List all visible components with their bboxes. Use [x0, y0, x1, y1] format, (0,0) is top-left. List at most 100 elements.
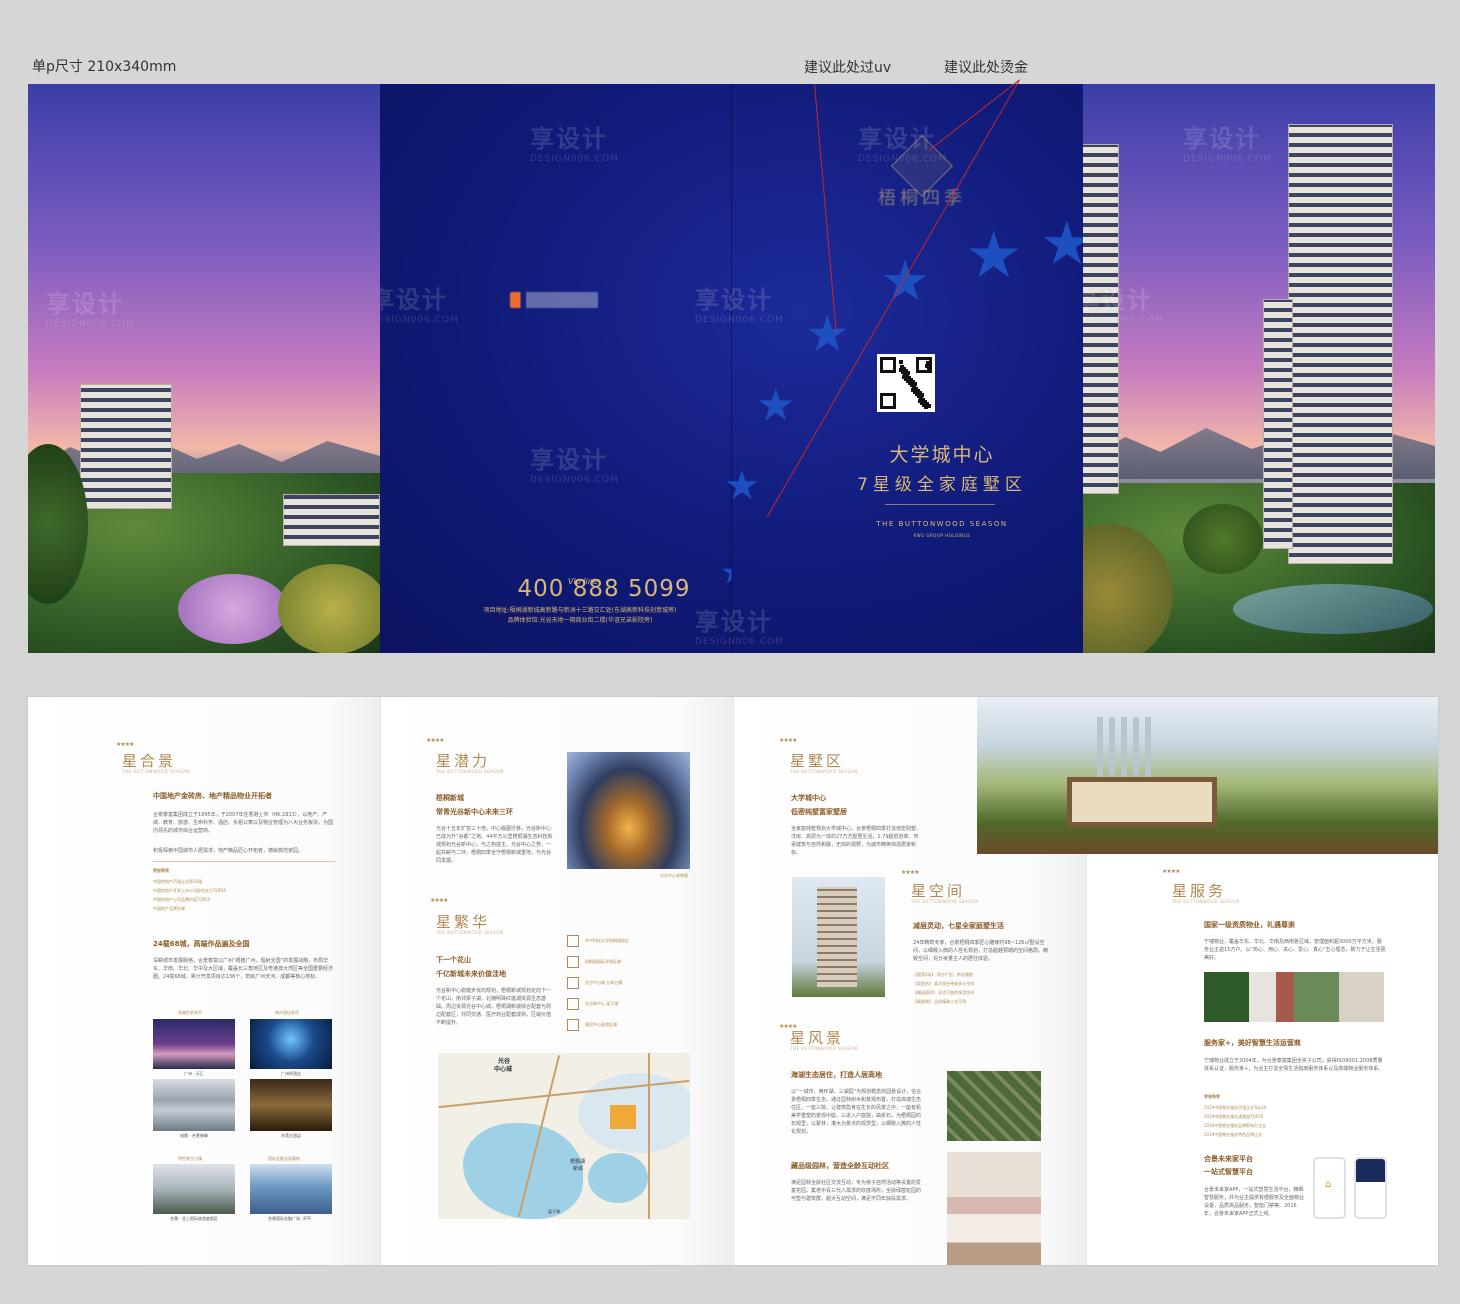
- section-subtitle: THE BUTTONWOOD SEASON: [436, 930, 504, 935]
- residential-tower: [1288, 124, 1393, 564]
- section-subtitle: THE BUTTONWOOD SEASON: [790, 1046, 858, 1051]
- feature-item: 光谷中心城 五纵五横: [585, 979, 623, 985]
- qr-module: [925, 364, 929, 368]
- gold-foil-note: 建议此处烫金: [944, 60, 1028, 76]
- section-heading: 服务家+，美好智慧生活运营商: [1204, 1039, 1301, 1047]
- section-title: 星服务: [1172, 882, 1227, 900]
- section-body: 积极探索中国城市人居需求，地产精品匠心开拓者，铸就典范家园。: [153, 848, 304, 854]
- brand-english: THE BUTTONWOOD SEASON: [876, 520, 1008, 528]
- section-heading: 藏品级园林，营造全龄互动社区: [791, 1162, 889, 1170]
- section-body: 宁瑞物业，覆盖华东、华北、华南及西南各区域，管理面积超3000万平方米，服务业主…: [1204, 939, 1386, 961]
- watermark: 享设计DESIGN006.COM: [1183, 125, 1272, 164]
- section-heading: 国家一级资质物业，礼遇尊崇: [1204, 921, 1295, 929]
- app-screenshot-phone: ⌂: [1313, 1157, 1346, 1219]
- section-heading: 一站式智慧平台: [1204, 1168, 1253, 1176]
- qr-finder-pattern: [880, 393, 896, 409]
- section-title: 星墅区: [790, 752, 845, 770]
- photo-caption: 广州W酒店: [281, 1071, 301, 1076]
- section-title: 星合景: [122, 752, 177, 770]
- group-english: KWG GROUP HOLDINGS: [913, 533, 971, 538]
- section-body: 宁瑞物业成立于2004年，为合景泰富集团全资子公司，获得ISO9001:2008…: [1204, 1058, 1384, 1072]
- photo-tag: 光谷中心效果图: [660, 873, 688, 878]
- section-title: 星潜力: [436, 752, 491, 770]
- uv-note: 建议此处过uv: [804, 60, 892, 76]
- company-logo: [510, 292, 598, 308]
- honor-item: 中国房地产开发上市公司综合实力TOP10: [153, 888, 227, 893]
- watermark: 享设计DESIGN006.COM: [46, 290, 135, 329]
- map-project-marker[interactable]: [610, 1105, 636, 1129]
- section-heading: 合景未来家平台: [1204, 1155, 1253, 1163]
- section-body: 全家庭纯墅规划大学城中心，合景梧桐四季打造低密别墅、洋房、高层为一体的27万方墅…: [791, 826, 922, 856]
- fold-line: [1086, 854, 1087, 1265]
- sofa: [1067, 777, 1217, 827]
- stars-decoration: ★★★★: [116, 741, 134, 748]
- inner-panel-company: ★★★★ 星合景 THE BUTTONWOOD SEASON 中国地产金砖房、地…: [28, 697, 380, 1265]
- center-cover-panel: 享设计DESIGN006.COM 享设计DESIGN006.COM 享设计DES…: [380, 84, 1083, 653]
- section-subtitle: THE BUTTONWOOD SEASON: [436, 769, 504, 774]
- qr-module: [918, 399, 922, 403]
- space-feature: 【双阳台】 超大阳台带来多元空间: [913, 981, 975, 986]
- water-path: [1233, 584, 1433, 634]
- cover-subheadline: 7星级全家庭墅区: [857, 475, 1027, 495]
- stars-decoration: ★★★★: [430, 897, 448, 904]
- section-subtitle: THE BUTTONWOOD SEASON: [911, 899, 979, 904]
- tree: [1183, 504, 1263, 574]
- section-body: 合景未来家APP，一站式智慧生活平台，精细智慧服务，并为业主提供有偿服务及全面物…: [1204, 1187, 1305, 1217]
- honor-item: 中国地产品牌先锋: [153, 906, 185, 911]
- feature-icon: [567, 976, 579, 989]
- watermark: 享设计DESIGN006.COM: [530, 446, 619, 485]
- map-lake: [463, 1123, 583, 1219]
- divider: [153, 861, 335, 862]
- category-label: 特色商业小镇: [178, 1156, 202, 1161]
- qr-finder-pattern: [880, 357, 896, 373]
- section-heading: 24载68城，高端作品遍及全国: [153, 940, 250, 948]
- section-heading: 低密纯墅富家墅居: [791, 808, 847, 816]
- honor-item: 2019中国物业服务百强企业Top19: [1204, 1105, 1267, 1110]
- section-heading: 中国地产金砖房、地产精品物业开拓者: [153, 792, 272, 800]
- photo-caption: 木莲庄酒店: [281, 1133, 301, 1138]
- project-photo: [250, 1019, 332, 1069]
- section-heading: 千亿新城未来价值洼地: [436, 970, 506, 978]
- section-title: 星繁华: [436, 913, 491, 931]
- project-photo: [153, 1164, 235, 1214]
- divider-line: [885, 504, 995, 505]
- inner-panel-villa: ★★★★ 星墅区 THE BUTTONWOOD SEASON 大学城中心 低密纯…: [733, 697, 1438, 1265]
- hotline-number[interactable]: 400 888 5099: [502, 576, 706, 602]
- map-label: 梧桐湖: [570, 1159, 586, 1165]
- garden-aerial-photo: [947, 1071, 1041, 1141]
- category-label: 城市酒店系列: [275, 1010, 299, 1015]
- space-feature: 【赠送面积】 灵活可变的多用空间: [913, 990, 975, 995]
- watermark: 享设计DESIGN006.COM: [380, 286, 459, 325]
- feature-icon: [567, 955, 579, 968]
- honor-item: 2019中国物业服务品牌影响力企业: [1204, 1123, 1267, 1128]
- feature-item: 建设中心医院区域: [585, 1021, 617, 1027]
- feature-list: 华中科技大学梧桐湖校区 梧桐湖国际学校区域 光谷中心城 五纵五横 光谷新中心 梁…: [567, 930, 692, 1035]
- star-icon: ★: [724, 463, 760, 509]
- stars-decoration: ★★★★: [779, 737, 797, 744]
- qr-module: [899, 368, 903, 372]
- section-subtitle: THE BUTTONWOOD SEASON: [122, 769, 190, 774]
- location-map[interactable]: 光谷 中心城 梧桐湖 新城 梁子湖: [438, 1053, 690, 1219]
- section-heading: 下一个花山: [436, 956, 471, 964]
- star-icon: ★: [1040, 209, 1083, 279]
- map-label: 中心城: [494, 1066, 513, 1073]
- qr-code[interactable]: [877, 354, 935, 412]
- watermark: 享设计DESIGN006.COM: [695, 286, 784, 325]
- terrace-lounge-photo: [977, 697, 1438, 854]
- feature-icon: [567, 997, 579, 1010]
- section-heading: 大学城中心: [791, 794, 826, 802]
- star-icon: ★: [805, 305, 850, 363]
- honor-item: 2019中国物业服务满意度TOP20: [1204, 1114, 1264, 1119]
- stars-decoration: ★★★★: [901, 869, 919, 876]
- category-label: 高端住宅系列: [178, 1010, 202, 1015]
- map-road: [648, 1053, 650, 1219]
- section-body: 24年精筑专家，合景梧桐四季匠心雕琢约98~126㎡墅设空间，以细致入微的人性化…: [913, 940, 1049, 962]
- left-cover-panel: 享设计 DESIGN006.COM: [28, 84, 380, 653]
- highway-interchange-photo: [567, 752, 690, 869]
- cover-headline: 大学城中心: [889, 444, 995, 466]
- photo-caption: 成都 · 合景誉峰: [180, 1133, 208, 1138]
- section-subtitle: THE BUTTONWOOD SEASON: [790, 769, 858, 774]
- service-team-photo: [1204, 972, 1384, 1022]
- star-icon: ★: [880, 249, 931, 314]
- section-heading: 海湖生态居住，打造人居高地: [791, 1071, 882, 1079]
